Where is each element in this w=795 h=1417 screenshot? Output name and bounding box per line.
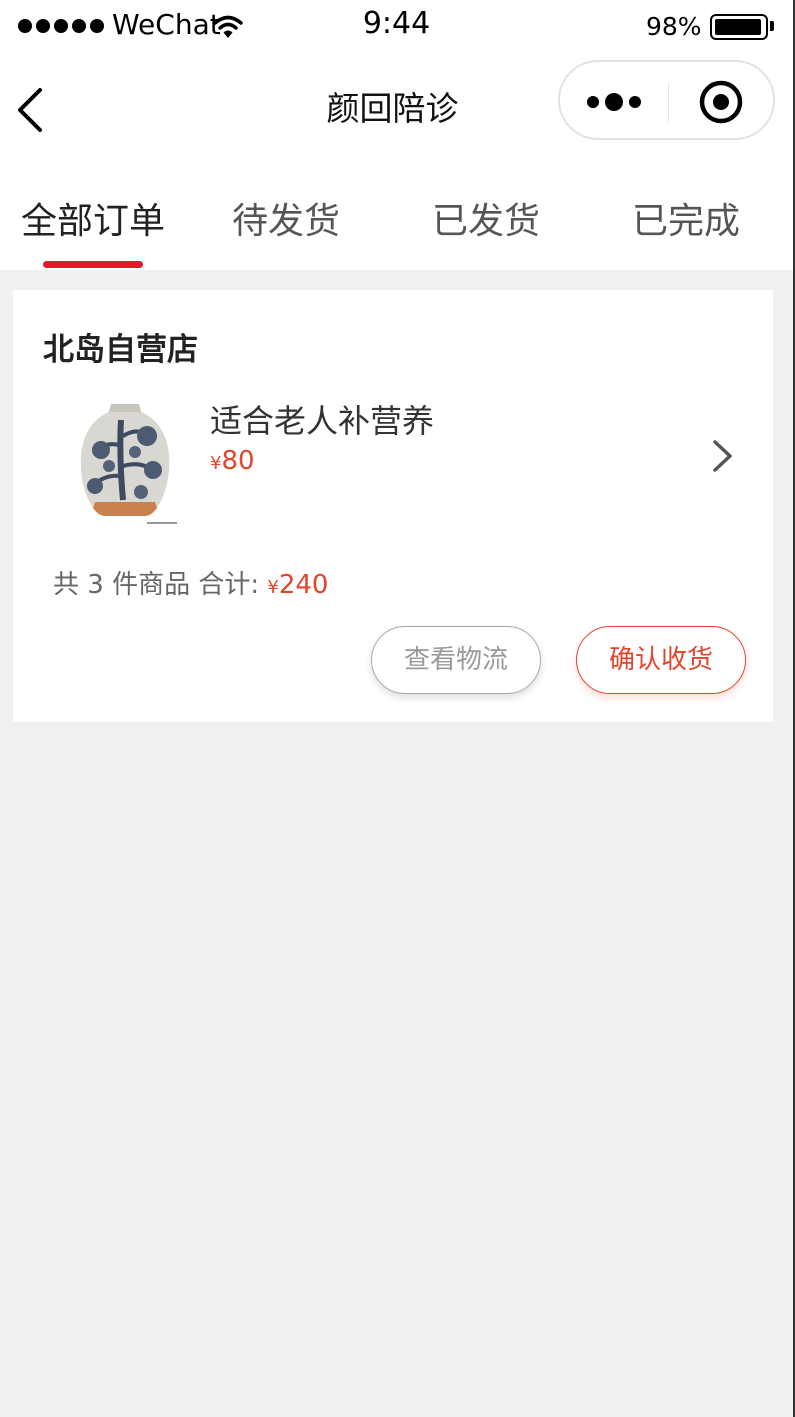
tab-label: 已发货: [431, 201, 540, 242]
total-value: 240: [278, 570, 329, 600]
battery-tip: [770, 21, 774, 31]
close-miniprogram-icon[interactable]: [698, 79, 744, 125]
tab-label: 全部订单: [20, 201, 165, 242]
order-total: ¥240: [267, 570, 328, 600]
active-tab-indicator: [43, 261, 143, 268]
product-image[interactable]: [61, 396, 189, 528]
screen: WeChat 9:44 98% 颜回陪诊 全部订单 待发货 已发货 已完成 北岛…: [0, 0, 795, 1417]
nav-bar: 颜回陪诊: [0, 52, 793, 162]
order-summary: 共 3 件商品 合计: ¥240: [53, 564, 328, 601]
tab-shipped[interactable]: 已发货: [386, 162, 586, 270]
tab-label: 已完成: [631, 201, 740, 242]
miniprogram-capsule: [558, 60, 775, 140]
confirm-receipt-button[interactable]: 确认收货: [576, 626, 746, 694]
tab-all-orders[interactable]: 全部订单: [0, 162, 186, 270]
tab-completed[interactable]: 已完成: [586, 162, 786, 270]
order-card[interactable]: 北岛自营店 适合老人补营养 ¥80 共 3 件商品 合计: ¥240 查看物流 …: [13, 290, 773, 722]
product-price: ¥80: [210, 446, 255, 476]
battery-icon: [710, 14, 768, 40]
battery-percentage: 98%: [646, 12, 702, 41]
capsule-divider: [668, 82, 669, 122]
product-name[interactable]: 适合老人补营养: [210, 396, 434, 442]
order-tabs: 全部订单 待发货 已发货 已完成: [0, 162, 793, 270]
chevron-right-icon[interactable]: [710, 438, 736, 474]
price-value: 80: [221, 446, 255, 476]
more-options-icon[interactable]: [584, 84, 644, 120]
currency-symbol: ¥: [210, 453, 222, 474]
status-bar: WeChat 9:44 98%: [0, 0, 793, 52]
tab-label: 待发货: [231, 201, 340, 242]
tab-pending-shipment[interactable]: 待发货: [186, 162, 386, 270]
summary-text: 共 3 件商品 合计:: [53, 570, 260, 600]
store-name: 北岛自营店: [43, 332, 198, 368]
view-logistics-button[interactable]: 查看物流: [371, 626, 541, 694]
currency-symbol: ¥: [267, 577, 279, 598]
